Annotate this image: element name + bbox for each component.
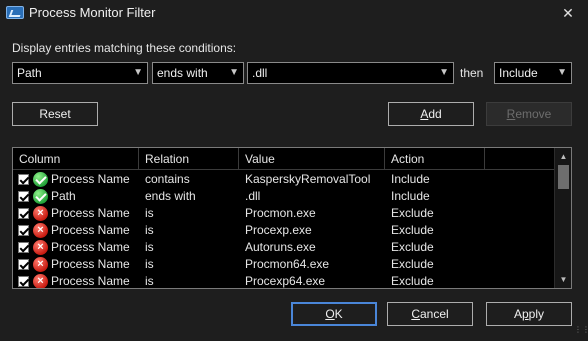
remove-button[interactable]: Remove — [486, 102, 572, 126]
row-enable-checkbox[interactable] — [18, 225, 29, 236]
cell-relation: contains — [145, 172, 190, 186]
cell-column: Process Name — [51, 172, 130, 186]
cell-action: Include — [391, 172, 430, 186]
reset-button[interactable]: Reset — [12, 102, 98, 126]
ok-button[interactable]: OK — [291, 302, 377, 326]
green-check-circle-icon — [33, 172, 48, 187]
title-bar: Process Monitor Filter ✕ — [0, 0, 588, 26]
chevron-down-icon: ▼ — [439, 67, 449, 78]
cell-value: .dll — [245, 189, 261, 203]
apply-button-prefix: A — [513, 307, 522, 321]
row-enable-checkbox[interactable] — [18, 276, 29, 287]
cell-column: Process Name — [51, 206, 130, 220]
cell-action: Exclude — [391, 206, 434, 220]
scrollbar-thumb[interactable] — [558, 165, 569, 189]
cell-action: Include — [391, 189, 430, 203]
cell-action: Exclude — [391, 274, 434, 288]
cell-relation: is — [145, 206, 154, 220]
action-dropdown[interactable]: Include ▼ — [494, 62, 572, 84]
column-header-action[interactable]: Action — [385, 148, 485, 170]
red-x-circle-icon: × — [33, 257, 48, 272]
cell-relation: is — [145, 274, 154, 288]
cancel-button-label: ancel — [419, 307, 449, 321]
chevron-down-icon: ▼ — [557, 67, 567, 78]
cell-value: Procexp64.exe — [245, 274, 326, 288]
scroll-up-arrow-icon[interactable]: ▲ — [555, 148, 571, 165]
cell-value: Procmon.exe — [245, 206, 316, 220]
table-row[interactable]: × Process Name is Procexp64.exe Exclude — [13, 273, 554, 288]
action-dropdown-value: Include — [499, 66, 538, 80]
cell-action: Exclude — [391, 257, 434, 271]
cancel-button-mnemonic: C — [411, 307, 420, 321]
close-button[interactable]: ✕ — [552, 2, 584, 24]
then-label: then — [460, 66, 484, 80]
remove-button-label: emove — [515, 107, 552, 121]
table-row[interactable]: Path ends with .dll Include — [13, 188, 554, 205]
filter-list-rows: Process Name contains KasperskyRemovalTo… — [13, 171, 554, 288]
cell-column: Path — [51, 189, 76, 203]
value-combobox[interactable]: .dll ▼ — [247, 62, 454, 84]
ok-button-mnemonic: O — [325, 307, 335, 321]
scroll-down-arrow-icon[interactable]: ▼ — [555, 271, 571, 288]
apply-button-label: ply — [528, 307, 545, 321]
filter-list-header: Column Relation Value Action — [13, 148, 554, 170]
chevron-down-icon: ▼ — [229, 67, 239, 78]
resize-grip-icon[interactable]: ⋮⋮ — [574, 326, 588, 339]
red-x-circle-icon: × — [33, 206, 48, 221]
red-x-circle-icon: × — [33, 240, 48, 255]
cell-column: Process Name — [51, 257, 130, 271]
row-enable-checkbox[interactable] — [18, 259, 29, 270]
table-row[interactable]: Process Name contains KasperskyRemovalTo… — [13, 171, 554, 188]
cell-relation: is — [145, 223, 154, 237]
red-x-circle-icon: × — [33, 223, 48, 238]
relation-dropdown[interactable]: ends with ▼ — [152, 62, 244, 84]
add-button[interactable]: Add — [388, 102, 474, 126]
table-row[interactable]: × Process Name is Procexp.exe Exclude — [13, 222, 554, 239]
add-button-label: dd — [428, 107, 442, 121]
table-row[interactable]: × Process Name is Procmon.exe Exclude — [13, 205, 554, 222]
row-enable-checkbox[interactable] — [18, 208, 29, 219]
red-x-circle-icon: × — [33, 274, 48, 288]
chevron-down-icon: ▼ — [133, 67, 143, 78]
table-row[interactable]: × Process Name is Procmon64.exe Exclude — [13, 256, 554, 273]
green-check-circle-icon — [33, 189, 48, 204]
cell-value: Autoruns.exe — [245, 240, 316, 254]
cell-relation: is — [145, 257, 154, 271]
value-combobox-text: .dll — [252, 66, 268, 80]
cell-relation: ends with — [145, 189, 196, 203]
relation-dropdown-value: ends with — [157, 66, 208, 80]
cell-relation: is — [145, 240, 154, 254]
cell-column: Process Name — [51, 240, 130, 254]
cell-value: Procmon64.exe — [245, 257, 330, 271]
column-dropdown-value: Path — [17, 66, 42, 80]
apply-button-mnemonic: p — [521, 307, 529, 321]
cell-action: Exclude — [391, 240, 434, 254]
list-scrollbar[interactable]: ▲ ▼ — [554, 148, 571, 288]
cancel-button[interactable]: Cancel — [387, 302, 473, 326]
cell-value: KasperskyRemovalTool — [245, 172, 371, 186]
window-title: Process Monitor Filter — [29, 5, 156, 20]
cell-column: Process Name — [51, 274, 130, 288]
row-enable-checkbox[interactable] — [18, 191, 29, 202]
conditions-prompt: Display entries matching these condition… — [12, 41, 237, 55]
table-row[interactable]: × Process Name is Autoruns.exe Exclude — [13, 239, 554, 256]
cell-value: Procexp.exe — [245, 223, 312, 237]
cell-column: Process Name — [51, 223, 130, 237]
remove-button-mnemonic: R — [506, 107, 516, 121]
apply-button[interactable]: Apply — [486, 302, 572, 326]
process-monitor-icon — [6, 6, 24, 19]
row-enable-checkbox[interactable] — [18, 174, 29, 185]
ok-button-label: K — [334, 307, 343, 321]
column-header-value[interactable]: Value — [239, 148, 385, 170]
row-enable-checkbox[interactable] — [18, 242, 29, 253]
column-dropdown[interactable]: Path ▼ — [12, 62, 148, 84]
column-header-column[interactable]: Column — [13, 148, 139, 170]
cell-action: Exclude — [391, 223, 434, 237]
column-header-relation[interactable]: Relation — [139, 148, 239, 170]
filter-list[interactable]: Column Relation Value Action Process Nam… — [12, 147, 572, 289]
